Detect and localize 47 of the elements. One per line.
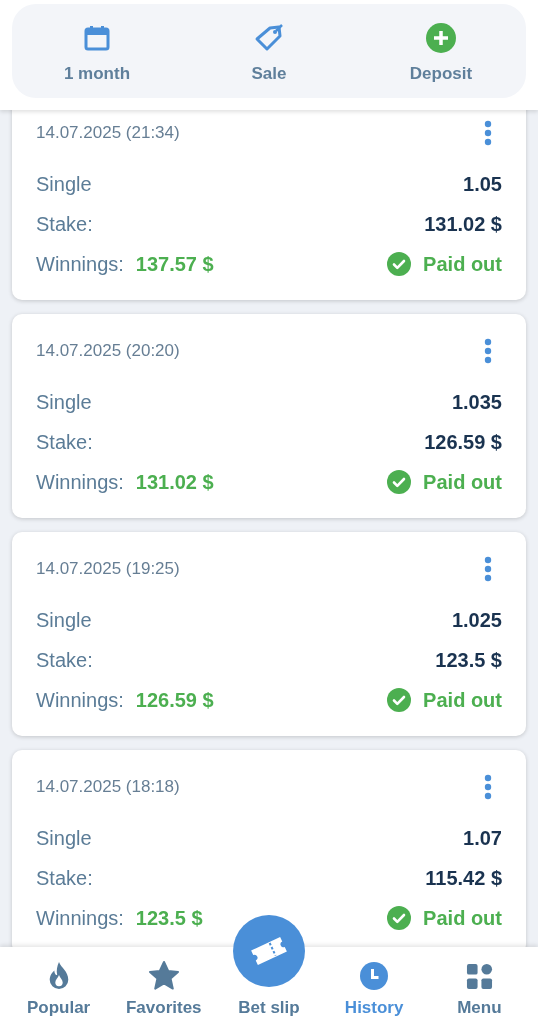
nav-label[interactable]: Bet slip	[238, 998, 300, 1018]
winnings-value: 137.57 $	[135, 252, 214, 276]
status-label: Paid out	[423, 688, 502, 712]
header-action[interactable]: Sale	[204, 4, 334, 98]
stake-value: 115.42 $	[425, 866, 502, 890]
odds-value: 1.035	[451, 390, 502, 414]
bet-date: 14.07.2025 (18:18)	[36, 777, 180, 797]
winnings-value: 126.59 $	[135, 688, 214, 712]
winnings-value: 131.02 $	[135, 470, 214, 494]
stake-label: Stake:	[36, 648, 93, 672]
odds-value: 1.07	[463, 826, 502, 850]
stake-label: Stake:	[36, 866, 93, 890]
star-icon	[147, 960, 180, 992]
plus-icon	[426, 22, 456, 54]
header-action[interactable]: 1 month	[32, 4, 162, 98]
more-icon[interactable]	[484, 338, 492, 364]
nav-item[interactable]: Menu	[429, 947, 530, 1024]
status-label: Paid out	[423, 470, 502, 494]
stake-label: Stake:	[36, 430, 93, 454]
winnings-label: Winnings:	[36, 252, 124, 276]
bet-date: 14.07.2025 (20:20)	[36, 341, 180, 361]
status-label: Paid out	[423, 906, 502, 930]
bet-date: 14.07.2025 (21:34)	[36, 123, 180, 143]
nav-item[interactable]: History	[324, 947, 425, 1024]
odds-value: 1.025	[451, 608, 502, 632]
stake-value: 123.5 $	[435, 648, 502, 672]
clock-icon	[359, 960, 390, 992]
more-icon[interactable]	[484, 120, 492, 146]
more-icon[interactable]	[484, 774, 492, 800]
winnings-label: Winnings:	[36, 470, 124, 494]
bet-date: 14.07.2025 (19:25)	[36, 559, 180, 579]
nav-item[interactable]: Favorites	[113, 947, 214, 1024]
stake-value: 126.59 $	[424, 430, 502, 454]
bet-type: Single	[36, 608, 92, 632]
winnings-value: 123.5 $	[135, 906, 203, 930]
header-action[interactable]: Deposit	[376, 4, 506, 98]
bet-type: Single	[36, 390, 92, 414]
bet-type: Single	[36, 826, 92, 850]
more-icon[interactable]	[484, 556, 492, 582]
stake-value: 131.02 $	[424, 212, 502, 236]
status-label: Paid out	[423, 252, 502, 276]
bet-type: Single	[36, 172, 92, 196]
stake-label: Stake:	[36, 212, 93, 236]
odds-value: 1.05	[463, 172, 502, 196]
nav-item[interactable]: Popular	[8, 947, 109, 1024]
winnings-label: Winnings:	[36, 688, 124, 712]
winnings-label: Winnings:	[36, 906, 124, 930]
